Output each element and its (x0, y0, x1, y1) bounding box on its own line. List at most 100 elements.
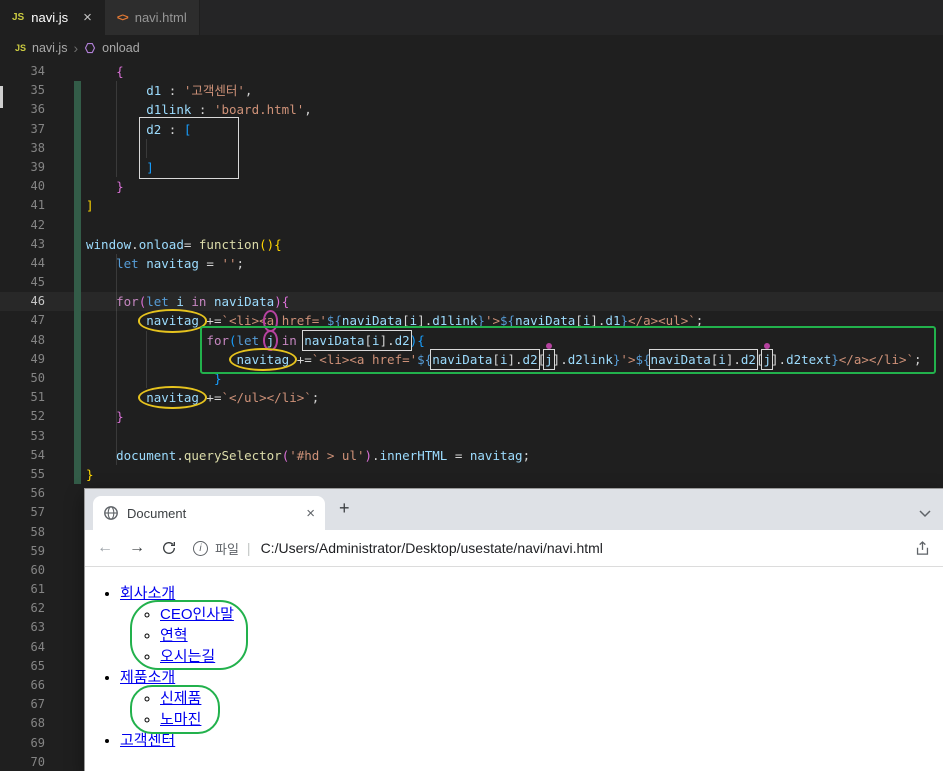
line-number[interactable]: 35 (0, 81, 62, 100)
line-number[interactable]: 49 (0, 350, 62, 369)
editor-line-43[interactable]: 43 window.onload= function(){ (0, 235, 943, 254)
line-number[interactable]: 55 (0, 465, 62, 484)
line-number[interactable]: 41 (0, 196, 62, 215)
line-number[interactable]: 63 (0, 618, 62, 637)
line-number[interactable]: 44 (0, 254, 62, 273)
address-url[interactable]: C:/Users/Administrator/Desktop/usestate/… (261, 540, 603, 556)
nav-sublink[interactable]: 오시는길 (160, 648, 215, 665)
close-tab-icon[interactable]: × (83, 9, 92, 26)
line-number[interactable]: 56 (0, 484, 62, 503)
editor-line-54[interactable]: 54 document.querySelector('#hd > ul').in… (0, 446, 943, 465)
line-number[interactable]: 69 (0, 734, 62, 753)
editor-line-47[interactable]: 47 navitag +=`<li><a href='${naviData[i]… (0, 309, 943, 333)
line-number[interactable]: 46 (0, 292, 62, 311)
line-number[interactable]: 70 (0, 753, 62, 771)
editor-line-50[interactable]: 50 } (0, 369, 943, 388)
annotation-circle-purple: a (262, 310, 278, 332)
line-number[interactable]: 50 (0, 369, 62, 388)
nav-subitem: 노마진 (160, 709, 943, 730)
new-tab-button[interactable]: + (339, 498, 350, 519)
editor-line-35[interactable]: 35 d1 : '고객센터', (0, 81, 943, 100)
nav-sublink[interactable]: 신제품 (160, 690, 201, 707)
reload-icon[interactable] (161, 540, 177, 556)
editor-line-52[interactable]: 52 } (0, 407, 943, 426)
browser-window: Document × + ← → i 파일 | C:/Users/Adminis… (85, 489, 943, 771)
nav-link[interactable]: 회사소개 (120, 585, 175, 602)
line-number[interactable]: 53 (0, 427, 62, 446)
line-number[interactable]: 45 (0, 273, 62, 292)
line-number[interactable]: 67 (0, 695, 62, 714)
editor-line-44[interactable]: 44 let navitag = ''; (0, 254, 943, 273)
editor-line-48[interactable]: 48 for(let j in naviData[i].d2){ (0, 329, 943, 352)
code-text: let navitag = ''; (116, 255, 245, 271)
back-button[interactable]: ← (97, 539, 113, 557)
share-icon[interactable] (914, 540, 931, 557)
editor-line-39[interactable]: 39 ] (0, 158, 943, 177)
editor-line-51[interactable]: 51 navitag +=`</ul></li>`; (0, 386, 943, 410)
tab-label: navi.js (31, 10, 69, 25)
line-number[interactable]: 61 (0, 580, 62, 599)
html-file-icon: <> (116, 11, 129, 24)
line-number[interactable]: 54 (0, 446, 62, 465)
line-number[interactable]: 37 (0, 120, 62, 139)
line-number[interactable]: 36 (0, 100, 62, 119)
line-number[interactable]: 60 (0, 561, 62, 580)
line-number[interactable]: 39 (0, 158, 62, 177)
editor-line-36[interactable]: 36 d1link : 'board.html', (0, 100, 943, 119)
nav-link[interactable]: 제품소개 (120, 669, 175, 686)
chevron-down-icon[interactable] (919, 505, 931, 523)
line-number[interactable]: 62 (0, 599, 62, 618)
code-text: navitag +=`<li><a href='${naviData[i].d2… (62, 342, 922, 372)
editor-line-34[interactable]: 34 { (0, 62, 943, 81)
code-text: d2 : [ (146, 121, 192, 137)
line-number[interactable]: 59 (0, 542, 62, 561)
editor-line-45[interactable]: 45 (0, 273, 943, 292)
line-number[interactable]: 43 (0, 235, 62, 254)
nav-subitem: CEO인사말 (160, 604, 943, 625)
annotation-box-white: j (543, 342, 555, 371)
line-number[interactable]: 64 (0, 638, 62, 657)
line-number[interactable]: 40 (0, 177, 62, 196)
nav-link[interactable]: 고객센터 (120, 732, 175, 749)
editor-line-37[interactable]: 37 d2 : [ (0, 120, 943, 139)
nav-sublink[interactable]: 노마진 (160, 711, 201, 728)
line-number[interactable]: 65 (0, 657, 62, 676)
line-number[interactable]: 34 (0, 62, 62, 81)
browser-tab-document[interactable]: Document × (93, 496, 325, 530)
breadcrumb-file[interactable]: navi.js (32, 41, 67, 55)
line-number[interactable]: 38 (0, 139, 62, 158)
editor-line-38[interactable]: 38 (0, 139, 943, 158)
line-number[interactable]: 52 (0, 407, 62, 426)
nav-sublink[interactable]: CEO인사말 (160, 606, 234, 623)
line-number[interactable]: 66 (0, 676, 62, 695)
js-file-icon: JS (12, 12, 25, 23)
line-number[interactable]: 48 (0, 331, 62, 350)
info-icon[interactable]: i (193, 540, 208, 556)
tab-navi-js[interactable]: JS navi.js × (0, 0, 105, 35)
editor-line-53[interactable]: 53 (0, 427, 943, 446)
forward-button[interactable]: → (129, 539, 145, 557)
line-number[interactable]: 42 (0, 216, 62, 235)
tab-navi-html[interactable]: <> navi.html (104, 0, 200, 35)
editor-line-55[interactable]: 55} (0, 465, 943, 484)
nav-sublink[interactable]: 연혁 (160, 627, 188, 644)
editor-line-42[interactable]: 42 (0, 216, 943, 235)
editor-line-49[interactable]: 49 navitag +=`<li><a href='${naviData[i]… (0, 342, 943, 372)
line-number[interactable]: 47 (0, 311, 62, 330)
line-number[interactable]: 58 (0, 523, 62, 542)
line-number[interactable]: 68 (0, 714, 62, 733)
line-number[interactable]: 51 (0, 388, 62, 407)
breadcrumb-symbol[interactable]: onload (102, 41, 140, 55)
editor-line-46[interactable]: 46 for(let i in naviData){ (0, 292, 943, 312)
close-tab-icon[interactable]: × (306, 505, 315, 522)
editor-line-41[interactable]: 41] (0, 196, 943, 215)
editor-line-40[interactable]: 40 } (0, 177, 943, 196)
line-number[interactable]: 57 (0, 503, 62, 522)
